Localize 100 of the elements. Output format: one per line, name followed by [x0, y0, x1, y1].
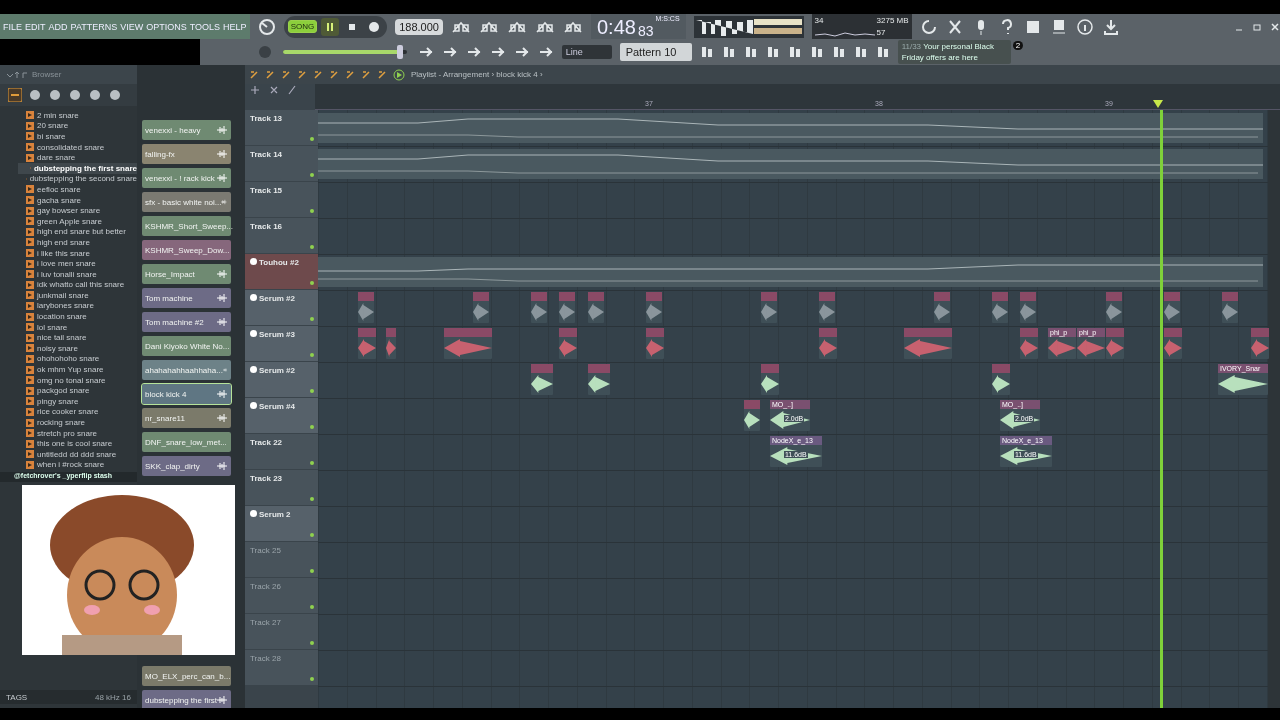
audio-clip[interactable] — [1106, 328, 1124, 359]
track-enable-icon[interactable] — [310, 461, 314, 465]
browser-item[interactable]: high end snare — [26, 237, 137, 248]
track-header[interactable]: Track 13 — [245, 110, 318, 146]
menu-item[interactable]: OPTIONS — [146, 21, 187, 32]
browser-item[interactable]: dubstepping the first snare — [18, 162, 137, 174]
navigation-arrows-icon[interactable] — [6, 70, 28, 79]
news-panel[interactable]: 11/33 Your personal Black Friday offers are here — [897, 39, 1011, 64]
browser-item[interactable]: high end snare but better — [26, 226, 137, 238]
restore-icon[interactable] — [1252, 21, 1262, 32]
download-icon[interactable] — [1101, 17, 1120, 36]
track-header[interactable]: Serum #2 — [245, 290, 318, 326]
browser-item[interactable]: noisy snare — [26, 343, 137, 354]
audio-clip[interactable] — [1251, 328, 1269, 359]
knob-icon[interactable] — [257, 17, 276, 36]
channel-button[interactable]: Tom machine #2 — [142, 312, 231, 332]
track-enable-icon[interactable] — [310, 137, 314, 141]
browser-item[interactable]: larybones snare — [26, 300, 137, 312]
channel-button[interactable]: Tom machine — [142, 288, 231, 308]
track-enable-icon[interactable] — [310, 389, 314, 393]
track-enable-icon[interactable] — [310, 425, 314, 429]
browser-item[interactable]: gay bowser snare — [26, 205, 137, 216]
browser-item[interactable]: untitledd dd ddd snare — [26, 449, 137, 460]
browser-item[interactable]: dare snare — [26, 152, 137, 163]
track-enable-icon[interactable] — [310, 641, 314, 645]
audio-clip[interactable] — [992, 292, 1008, 323]
track-enable-icon[interactable] — [310, 173, 314, 177]
channel-button[interactable]: dubstepping the first — [142, 690, 231, 708]
audio-clip[interactable] — [358, 292, 374, 323]
track-enable-icon[interactable] — [310, 497, 314, 501]
browser-item[interactable]: i luv tonalli snare — [26, 268, 137, 280]
browser-item[interactable]: ok mhm Yup snare — [26, 364, 137, 375]
audio-clip[interactable] — [904, 328, 952, 359]
audio-clip[interactable] — [1020, 328, 1038, 359]
browser-item[interactable]: nice tail snare — [26, 332, 137, 344]
browser-item[interactable]: pingy snare — [26, 396, 137, 407]
browser-item[interactable]: rice cooker snare — [26, 406, 137, 418]
automation-clip-drawing[interactable] — [318, 113, 1263, 143]
browser-item[interactable]: idk whatto call this snare — [26, 279, 137, 291]
playhead-marker-icon[interactable] — [1153, 100, 1163, 108]
pattern-selector[interactable]: Pattern 10 — [619, 42, 692, 61]
track-enable-icon[interactable] — [310, 281, 314, 285]
browser-item[interactable]: ohohohoho snare — [26, 353, 137, 365]
channel-button[interactable]: nr_snare11 — [142, 408, 231, 428]
audio-clip[interactable] — [646, 292, 662, 323]
audio-clip[interactable] — [588, 364, 610, 395]
track-enable-icon[interactable] — [310, 209, 314, 213]
browser-item[interactable]: i love men snare — [26, 258, 137, 269]
audio-clip[interactable] — [934, 292, 950, 323]
track-header[interactable]: Track 16 — [245, 218, 318, 254]
browser-item[interactable]: eefloc snare — [26, 184, 137, 195]
vertical-scrollbar[interactable] — [1268, 110, 1280, 708]
audio-clip[interactable] — [1164, 292, 1180, 323]
audio-clip[interactable] — [992, 364, 1010, 395]
song-mode-toggle[interactable]: SONG — [287, 20, 318, 33]
tempo-display[interactable]: 188.000 — [395, 18, 443, 35]
browser-item[interactable]: green Apple snare — [26, 215, 137, 227]
track-header[interactable]: Track 14 — [245, 146, 318, 182]
browser-item[interactable]: stretch pro snare — [26, 427, 137, 439]
channel-button[interactable]: venexxi - ! rack kick — [142, 168, 231, 188]
track-enable-icon[interactable] — [310, 245, 314, 249]
channel-button[interactable]: venexxi - heavy — [142, 120, 231, 140]
track-header[interactable]: Serum 2 — [245, 506, 318, 542]
channel-button[interactable]: DNF_snare_low_met... — [142, 432, 231, 452]
track-header[interactable]: Serum #3 — [245, 326, 318, 362]
audio-clip[interactable] — [531, 292, 547, 323]
tags-label[interactable]: TAGS — [6, 692, 28, 702]
menu-item[interactable]: VIEW — [120, 21, 144, 32]
automation-clip-drawing[interactable] — [318, 257, 1263, 287]
browser-item[interactable]: 2 min snare — [26, 110, 137, 121]
menu-item[interactable]: ADD — [48, 21, 68, 32]
browser-item[interactable]: 20 snare — [26, 120, 137, 132]
track-header[interactable]: Serum #2 — [245, 362, 318, 398]
browser-item[interactable]: location snare — [26, 311, 137, 322]
info-icon[interactable] — [1075, 17, 1094, 36]
audio-clip[interactable] — [531, 364, 553, 395]
audio-clip[interactable] — [761, 364, 779, 395]
audio-clip[interactable] — [559, 328, 577, 359]
channel-button[interactable]: MO_ELX_perc_can_b... — [142, 666, 231, 686]
browser-item[interactable]: lol snare — [26, 321, 137, 333]
browser-item[interactable]: when i #rock snare — [26, 459, 137, 471]
refresh-icon[interactable] — [919, 17, 938, 36]
track-enable-icon[interactable] — [310, 533, 314, 537]
play-circle-icon[interactable] — [393, 68, 405, 81]
menu-item[interactable]: EDIT — [25, 21, 46, 32]
audio-clip[interactable] — [473, 292, 489, 323]
audio-clip[interactable] — [444, 328, 492, 359]
browser-item[interactable]: this one is cool snare — [26, 438, 137, 449]
close-icon[interactable] — [1270, 21, 1280, 32]
channel-button[interactable]: KSHMR_Sweep_Dow... — [142, 240, 231, 260]
menu-item[interactable]: FILE — [3, 21, 22, 32]
audio-clip[interactable] — [1222, 292, 1238, 323]
all-files-icon[interactable] — [8, 88, 22, 102]
track-header[interactable]: Touhou #2 — [245, 254, 318, 290]
channel-button[interactable]: Dani Kiyoko White No... — [142, 336, 231, 356]
audio-clip[interactable] — [819, 292, 835, 323]
browser-item[interactable]: i like this snare — [26, 247, 137, 259]
audio-clip[interactable] — [559, 292, 575, 323]
audio-clip[interactable] — [819, 328, 837, 359]
browser-item[interactable]: junkmail snare — [26, 290, 137, 301]
